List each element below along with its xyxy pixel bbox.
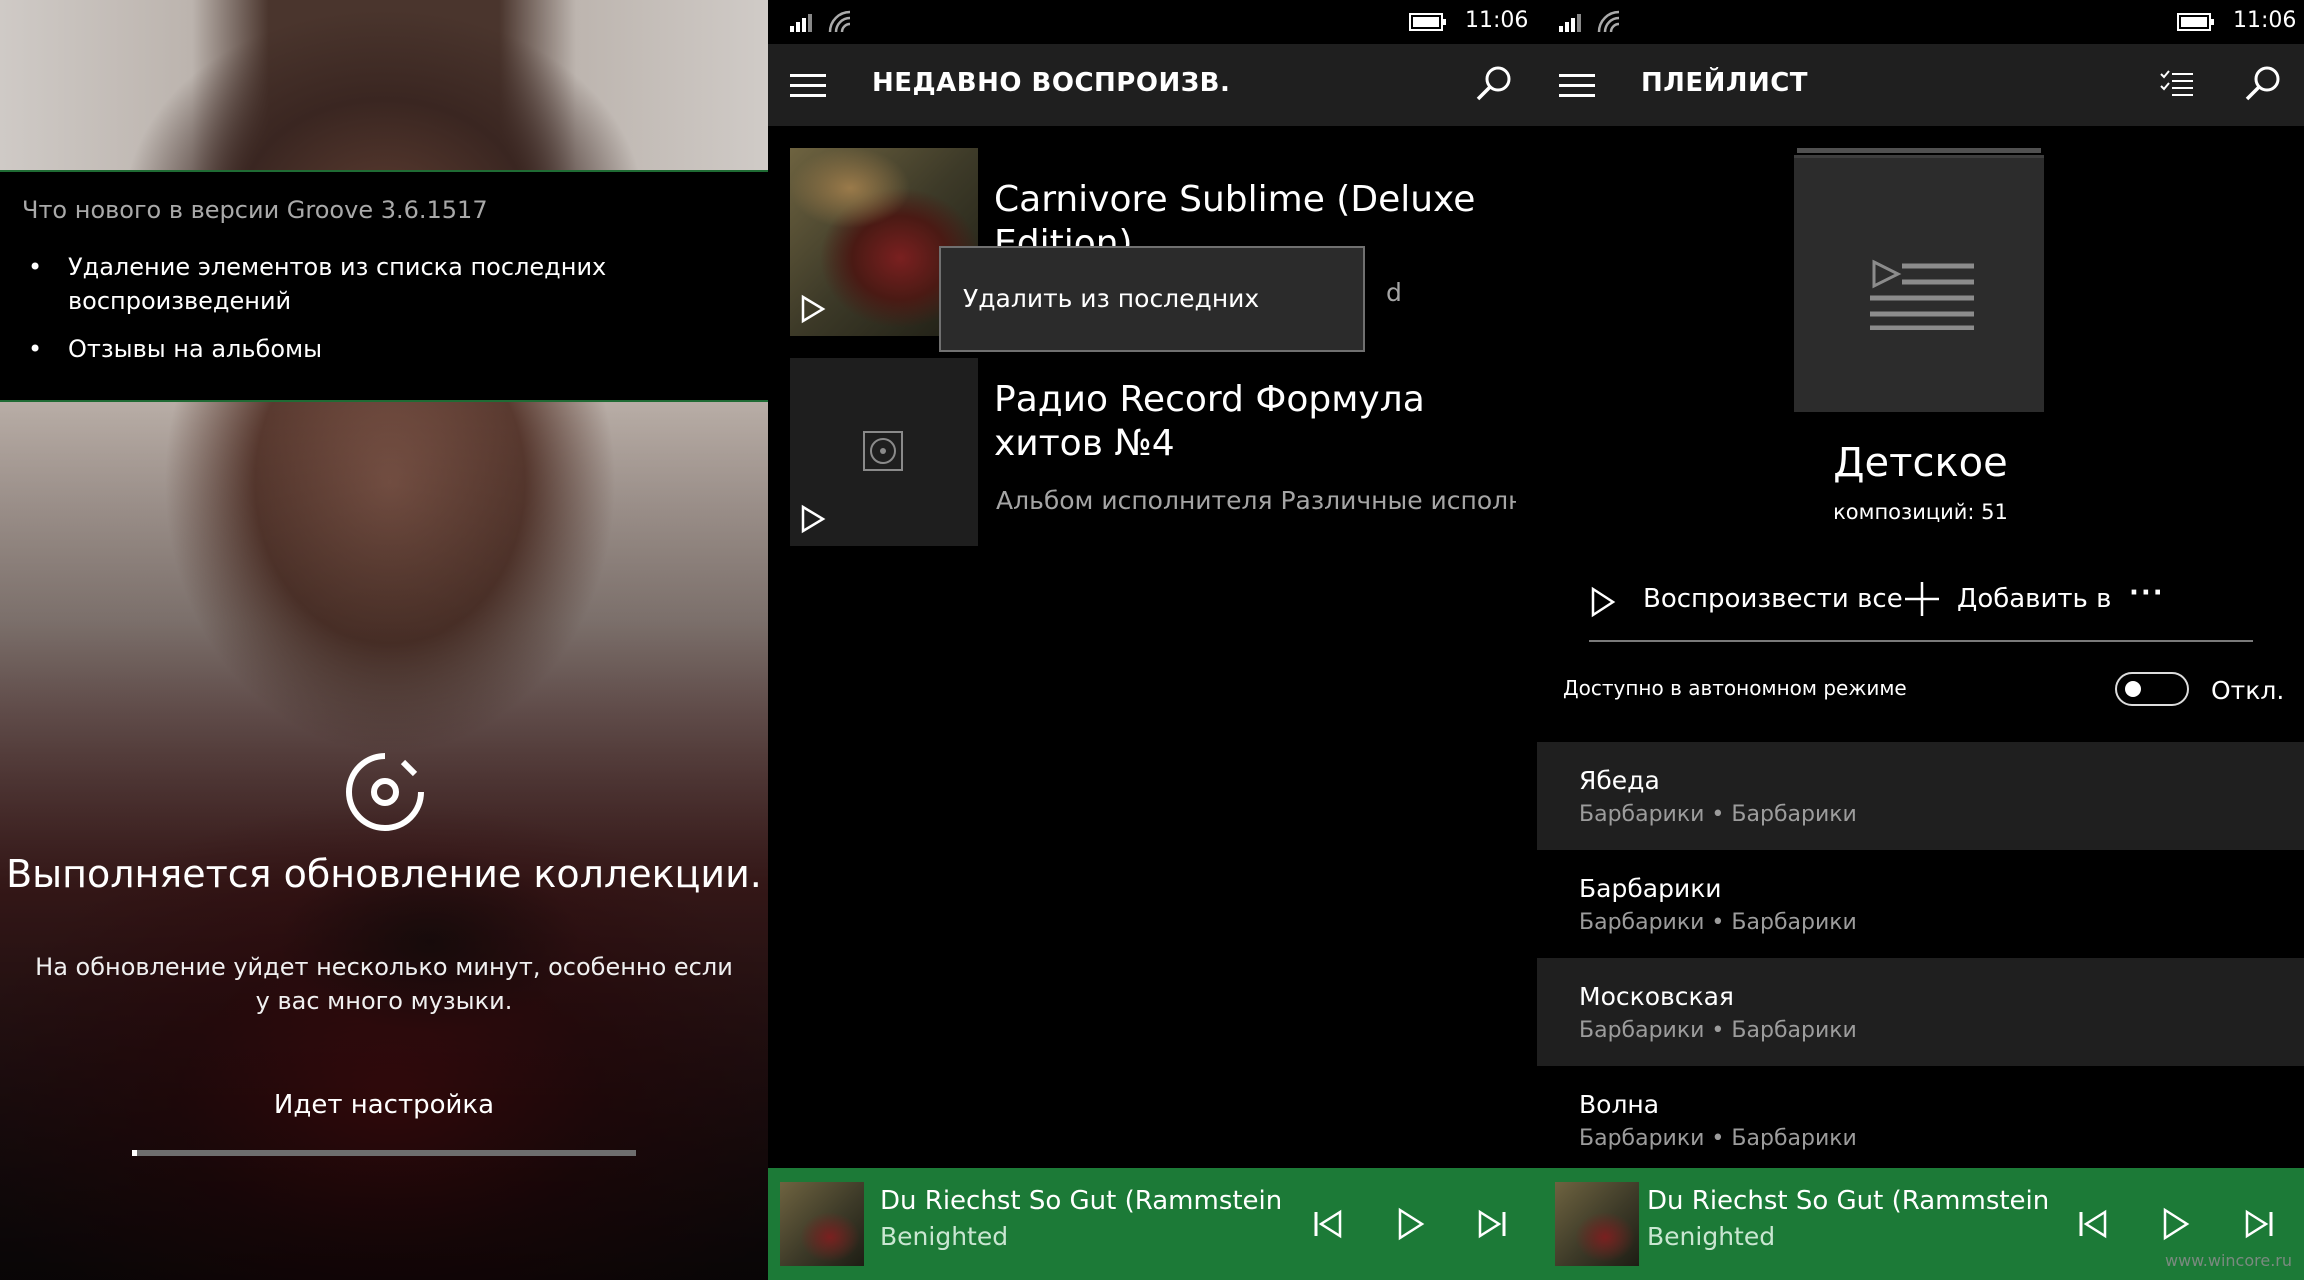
- now-playing-album-art[interactable]: [780, 1182, 864, 1266]
- add-to-label: Добавить в: [1957, 584, 2112, 614]
- disc-icon: [863, 431, 903, 471]
- artist-photo-bottom: [0, 402, 768, 1280]
- bullet-dot: •: [28, 253, 43, 281]
- clock: 11:06: [2233, 8, 2297, 33]
- play-icon[interactable]: [800, 294, 826, 324]
- play-icon[interactable]: [2155, 1204, 2195, 1244]
- track-list-item[interactable]: Барбарики Барбарики • Барбарики: [1537, 850, 2304, 958]
- whats-new-banner: Что нового в версии Groove 3.6.1517 • Уд…: [0, 170, 768, 402]
- track-list-item[interactable]: Ябеда Барбарики • Барбарики: [1537, 742, 2304, 850]
- next-icon[interactable]: [2239, 1204, 2279, 1244]
- search-icon[interactable]: [2243, 64, 2283, 104]
- track-list-item[interactable]: Волна Барбарики • Барбарики: [1537, 1066, 2304, 1174]
- track-subtitle: Барбарики • Барбарики: [1579, 910, 1857, 935]
- playlist-panel: 11:06 ПЛЕЙЛИСТ Детское композиций: 51 Во…: [1537, 0, 2304, 1280]
- more-options-button[interactable]: ···: [2129, 578, 2179, 622]
- now-playing-bar[interactable]: Du Riechst So Gut (Rammstein cover) Beni…: [768, 1168, 1537, 1280]
- bullet-dot: •: [28, 335, 43, 363]
- battery-icon: [2177, 13, 2214, 31]
- update-title: Выполняется обновление коллекции.: [6, 852, 762, 896]
- watermark: www.wincore.ru: [2164, 1251, 2292, 1270]
- recently-played-panel: 11:06 НЕДАВНО ВОСПРОИЗВ. Carnivore Subli…: [768, 0, 1537, 1280]
- playlist-cover: [1794, 158, 2044, 412]
- page-title: НЕДАВНО ВОСПРОИЗВ.: [872, 68, 1231, 98]
- divider: [1589, 640, 2253, 642]
- now-playing-title: Du Riechst So Gut (Rammstein cover): [1647, 1186, 2047, 1216]
- previous-icon[interactable]: [1308, 1204, 1348, 1244]
- bullet-text: Отзывы на альбомы: [68, 335, 323, 363]
- groove-music-icon: [346, 753, 424, 831]
- track-list-item[interactable]: Московская Барбарики • Барбарики: [1537, 958, 2304, 1066]
- update-panel: Что нового в версии Groove 3.6.1517 • Уд…: [0, 0, 768, 1280]
- track-title: Волна: [1579, 1090, 1660, 1119]
- battery-icon: [1409, 13, 1446, 31]
- wifi-icon: [828, 10, 851, 33]
- now-playing-artist: Benighted: [1647, 1222, 1776, 1251]
- playlist-cover-stack: [1797, 148, 2041, 153]
- select-list-icon[interactable]: [2157, 64, 2197, 104]
- status-bar: 11:06: [1537, 0, 2304, 44]
- app-bar: ПЛЕЙЛИСТ: [1537, 44, 2304, 126]
- track-subtitle: Барбарики • Барбарики: [1579, 1018, 1857, 1043]
- page-title: ПЛЕЙЛИСТ: [1641, 68, 1809, 98]
- offline-toggle-state: Откл.: [2211, 676, 2285, 705]
- play-all-label: Воспроизвести все: [1643, 584, 1903, 614]
- offline-label: Доступно в автономном режиме: [1563, 676, 1907, 700]
- status-bar: 11:06: [768, 0, 1537, 44]
- track-title: Московская: [1579, 982, 1734, 1011]
- play-icon[interactable]: [1390, 1204, 1430, 1244]
- album-title: Радио Record Формула хитов №4: [994, 379, 1425, 464]
- setup-label: Идет настройка: [273, 1090, 495, 1120]
- track-subtitle: Барбарики • Барбарики: [1579, 802, 1857, 827]
- toggle-knob: [2125, 681, 2141, 697]
- previous-icon[interactable]: [2073, 1204, 2113, 1244]
- search-icon[interactable]: [1474, 64, 1514, 104]
- setup-progress-bar: [132, 1150, 636, 1156]
- album-subtitle: Альбом исполнителя Различные исполнители: [996, 486, 1516, 515]
- bullet-text: Удаление элементов из списка последних в…: [68, 253, 607, 315]
- setup-progress-fill: [132, 1150, 138, 1156]
- update-description: На обновление уйдет несколько минут, осо…: [35, 953, 733, 1015]
- signal-icon: [1559, 14, 1581, 32]
- now-playing-album-art[interactable]: [1555, 1182, 1639, 1266]
- remove-from-recent-menu-item[interactable]: Удалить из последних: [963, 284, 1259, 313]
- app-bar: НЕДАВНО ВОСПРОИЗВ.: [768, 44, 1537, 126]
- artist-photo-top: [0, 0, 768, 170]
- signal-icon: [790, 14, 812, 32]
- now-playing-title: Du Riechst So Gut (Rammstein cover): [880, 1186, 1280, 1216]
- album-art: [790, 358, 978, 546]
- plus-icon: [1905, 582, 1939, 616]
- hamburger-icon[interactable]: [790, 74, 826, 98]
- track-title: Барбарики: [1579, 874, 1722, 903]
- play-icon[interactable]: [800, 504, 826, 534]
- play-icon: [1591, 586, 1616, 618]
- hamburger-icon[interactable]: [1559, 74, 1595, 98]
- play-all-button[interactable]: Воспроизвести все: [1589, 578, 1903, 622]
- playlist-icon: [1870, 259, 1974, 330]
- offline-toggle[interactable]: [2115, 672, 2189, 706]
- album-title: Carnivore Sublime (Deluxe Edition): [994, 179, 1476, 264]
- track-title: Ябеда: [1579, 766, 1660, 795]
- wifi-icon: [1597, 10, 1620, 33]
- add-to-button[interactable]: Добавить в: [1905, 578, 2111, 622]
- next-icon[interactable]: [1472, 1204, 1512, 1244]
- track-count: композиций: 51: [1833, 500, 2008, 524]
- album-subtitle: d: [1386, 278, 1402, 307]
- clock: 11:06: [1465, 8, 1529, 33]
- now-playing-artist: Benighted: [880, 1222, 1009, 1251]
- more-icon: ···: [2129, 578, 2165, 608]
- whats-new-title: Что нового в версии Groove 3.6.1517: [22, 196, 488, 224]
- track-subtitle: Барбарики • Барбарики: [1579, 1126, 1857, 1151]
- playlist-name: Детское: [1833, 440, 2008, 486]
- album-list-item[interactable]: Радио Record Формула хитов №4 Альбом исп…: [790, 358, 1520, 548]
- context-menu: Удалить из последних: [939, 246, 1365, 352]
